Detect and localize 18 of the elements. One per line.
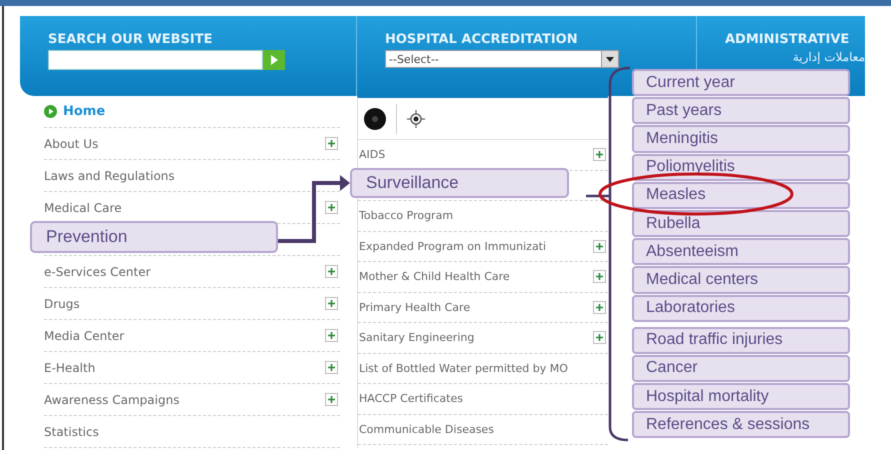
callout-label: Hospital mortality — [632, 383, 850, 410]
callout-label: Medical centers — [632, 266, 850, 294]
callout-label: References & sessions — [632, 411, 850, 438]
callout-label: Poliomyelitis — [632, 154, 850, 181]
callout-label: Surveillance — [350, 168, 569, 198]
callout-label: Laboratories — [632, 294, 850, 322]
callout-label: Rubella — [632, 210, 850, 238]
callout-label: Past years — [632, 97, 850, 124]
callout-label: Meningitis — [632, 125, 850, 153]
accreditation-label: HOSPITAL ACCREDITATION — [385, 32, 579, 47]
callout-label: Current year — [632, 69, 850, 96]
callout-label: Absenteeism — [632, 238, 850, 266]
search-label: SEARCH OUR WEBSITE — [48, 32, 214, 47]
callout-label: Cancer — [632, 354, 850, 382]
administrative-subtitle: معاملات إدارية — [792, 50, 865, 64]
callout-label: Prevention — [30, 221, 278, 253]
administrative-label: ADMINISTRATIVE — [725, 32, 850, 47]
callout-label: Road traffic injuries — [632, 326, 850, 354]
